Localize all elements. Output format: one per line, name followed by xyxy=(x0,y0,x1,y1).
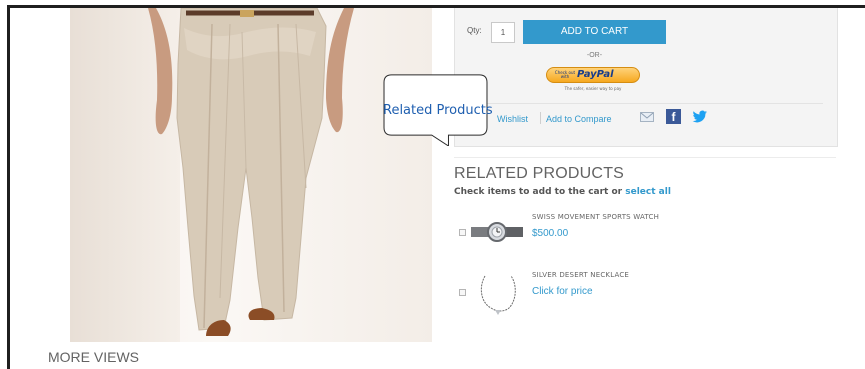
related-products-title: RELATED PRODUCTS xyxy=(454,165,625,182)
more-views-heading: MORE VIEWS xyxy=(48,349,140,365)
watch-thumbnail-image[interactable] xyxy=(471,220,523,244)
screenshot-frame: Qty: 1 ADD TO CART -OR- Check out with P… xyxy=(0,0,865,369)
select-all-link[interactable]: select all xyxy=(625,187,671,197)
add-to-cart-button[interactable]: ADD TO CART xyxy=(523,20,666,44)
related-instructions-text: Check items to add to the cart or xyxy=(454,187,626,197)
related-item-name[interactable]: SWISS MOVEMENT SPORTS WATCH xyxy=(532,213,659,221)
callout-label: Related Products xyxy=(383,103,493,118)
paypal-tagline: The safer, easier way to pay xyxy=(564,86,622,91)
add-to-compare-link[interactable]: Add to Compare xyxy=(546,114,612,124)
related-products-instructions: Check items to add to the cart or select… xyxy=(454,187,671,197)
frame-border-left xyxy=(7,5,10,369)
related-item-name[interactable]: SILVER DESERT NECKLACE xyxy=(532,271,629,279)
email-icon[interactable] xyxy=(640,112,654,122)
necklace-thumbnail-image[interactable] xyxy=(477,268,519,316)
related-item-checkbox[interactable] xyxy=(459,289,466,296)
divider xyxy=(471,103,823,104)
qty-label: Qty: xyxy=(467,26,482,35)
paypal-checkout-button[interactable]: Check out with PayPal xyxy=(546,67,640,83)
section-divider xyxy=(454,157,836,158)
facebook-icon[interactable]: f xyxy=(666,109,681,124)
model-wearing-trousers-image xyxy=(148,8,354,336)
related-item-checkbox[interactable] xyxy=(459,229,466,236)
related-item-price: $500.00 xyxy=(532,228,569,239)
paypal-checkout-text: Check out with xyxy=(554,70,576,79)
click-for-price-link[interactable]: Click for price xyxy=(532,286,593,297)
qty-input[interactable]: 1 xyxy=(491,22,515,43)
twitter-icon[interactable] xyxy=(692,110,708,124)
main-product-image[interactable] xyxy=(70,8,432,342)
wishlist-link[interactable]: Wishlist xyxy=(497,114,528,124)
or-separator: -OR- xyxy=(586,52,603,59)
paypal-logo-text: PayPal xyxy=(577,69,614,80)
link-divider xyxy=(540,112,541,124)
